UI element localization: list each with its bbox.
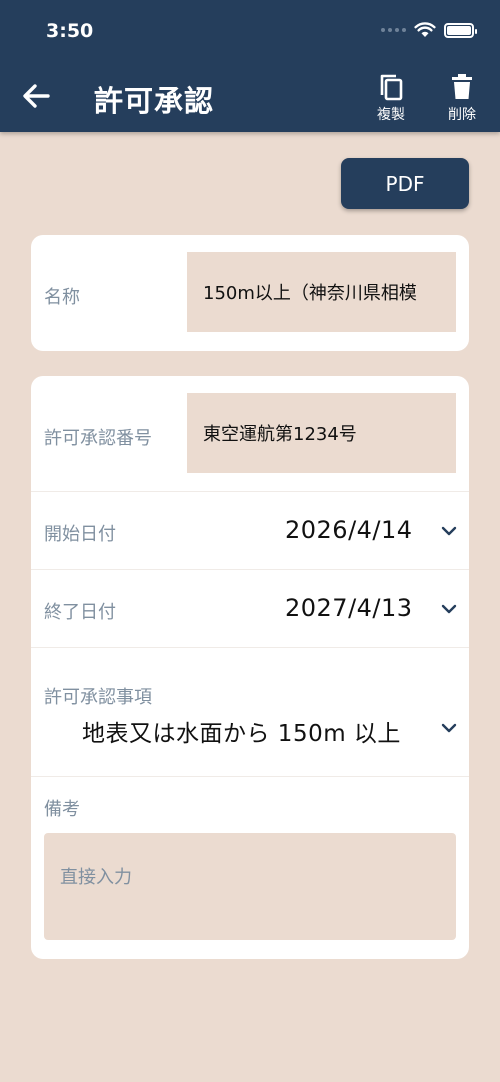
trash-icon	[452, 74, 472, 99]
divider	[31, 776, 469, 777]
pdf-button[interactable]: PDF	[341, 158, 469, 209]
wifi-icon	[414, 22, 436, 37]
permit-number-input[interactable]: 東空運航第1234号	[187, 393, 456, 473]
permit-matter-value[interactable]: 地表又は水面から 150m 以上	[82, 714, 401, 748]
end-date-value[interactable]: 2027/4/13	[285, 594, 413, 622]
page-title: 許可承認	[94, 84, 215, 118]
permit-card: 許可承認番号 東空運航第1234号 開始日付 2026/4/14 終了日付 20…	[31, 376, 469, 959]
status-time: 3:50	[46, 20, 94, 42]
arrow-left-icon	[23, 84, 50, 108]
name-input[interactable]: 150m以上（神奈川県相模	[187, 252, 456, 332]
start-date-label: 開始日付	[44, 524, 116, 545]
end-date-label: 終了日付	[44, 602, 116, 623]
copy-button[interactable]: 複製	[376, 72, 406, 124]
app-header: 3:50 許可承認 複製 削除	[0, 0, 500, 132]
copy-icon	[380, 74, 403, 101]
battery-icon	[444, 22, 477, 38]
back-button[interactable]	[18, 78, 54, 114]
status-icons	[381, 22, 477, 38]
signal-icon	[381, 28, 406, 32]
delete-label: 削除	[448, 107, 476, 123]
permit-number-label: 許可承認番号	[44, 428, 152, 449]
chevron-down-icon[interactable]	[441, 604, 457, 614]
name-label: 名称	[44, 287, 80, 308]
start-date-value[interactable]: 2026/4/14	[285, 516, 413, 544]
delete-button[interactable]: 削除	[447, 72, 477, 124]
divider	[31, 569, 469, 570]
chevron-down-icon[interactable]	[441, 723, 457, 733]
permit-matter-label: 許可承認事項	[44, 687, 152, 708]
chevron-down-icon[interactable]	[441, 526, 457, 536]
divider	[31, 491, 469, 492]
name-card: 名称 150m以上（神奈川県相模	[31, 235, 469, 351]
memo-label: 備考	[44, 799, 80, 820]
copy-label: 複製	[377, 107, 405, 123]
divider	[31, 647, 469, 648]
memo-input[interactable]: 直接入力	[44, 833, 456, 940]
